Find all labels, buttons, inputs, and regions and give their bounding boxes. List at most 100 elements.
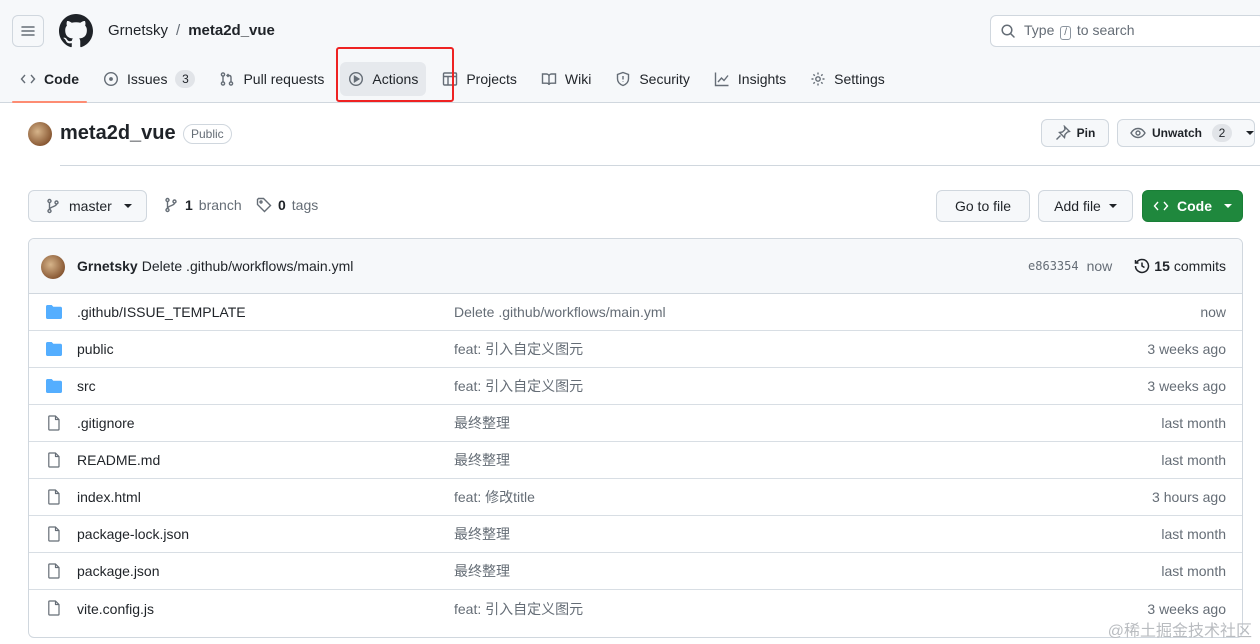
file-commit-message[interactable]: feat: 引入自定义图元 — [454, 376, 583, 396]
folder-icon — [46, 379, 62, 393]
search-icon — [1001, 24, 1015, 38]
tab-security[interactable]: Security — [607, 62, 698, 96]
book-icon — [541, 73, 557, 86]
add-file-button[interactable]: Add file — [1038, 190, 1133, 222]
unwatch-button[interactable]: Unwatch 2 — [1117, 119, 1255, 147]
file-row[interactable]: src feat: 引入自定义图元 3 weeks ago — [29, 368, 1242, 405]
file-row[interactable]: package.json 最终整理 last month — [29, 553, 1242, 590]
file-name-link[interactable]: .github/ISSUE_TEMPLATE — [77, 304, 246, 320]
file-commit-age: 3 weeks ago — [1147, 600, 1226, 617]
file-commit-message[interactable]: feat: 引入自定义图元 — [454, 599, 583, 619]
go-to-file-label: Go to file — [954, 198, 1012, 214]
file-commit-age: last month — [1161, 526, 1226, 542]
actions-tab-highlight-box — [336, 47, 454, 102]
branch-select-button[interactable]: master — [28, 190, 147, 222]
code-dropdown-button[interactable]: Code — [1142, 190, 1243, 222]
shield-icon — [617, 71, 630, 87]
commit-author-avatar[interactable] — [41, 255, 65, 279]
file-commit-age: now — [1200, 304, 1226, 320]
search-input[interactable]: Type / to search — [990, 15, 1260, 47]
file-name-link[interactable]: index.html — [77, 489, 141, 505]
file-icon — [48, 563, 60, 579]
file-name-link[interactable]: package.json — [77, 563, 160, 579]
tab-settings[interactable]: Settings — [802, 62, 893, 96]
commits-history-link[interactable]: 15 commits — [1134, 258, 1226, 274]
commit-time: now — [1086, 258, 1113, 274]
commit-sha[interactable]: e863354 — [1028, 259, 1079, 273]
gear-icon — [811, 72, 825, 86]
file-icon — [48, 600, 60, 616]
file-row[interactable]: .gitignore 最终整理 last month — [29, 405, 1242, 442]
file-name-link[interactable]: vite.config.js — [77, 601, 154, 617]
file-commit-age: 3 hours ago — [1152, 489, 1226, 505]
issues-count-badge: 3 — [175, 70, 196, 88]
file-name-link[interactable]: src — [77, 378, 96, 394]
file-commit-message[interactable]: 最终整理 — [454, 524, 510, 544]
latest-commit-message: Grnetsky Delete .github/workflows/main.ym… — [77, 258, 353, 274]
breadcrumb-repo-link[interactable]: meta2d_vue — [188, 22, 275, 39]
file-row[interactable]: index.html feat: 修改title 3 hours ago — [29, 479, 1242, 516]
repo-header-bar: Grnetsky / meta2d_vue Type / to search C… — [0, 0, 1260, 103]
file-row[interactable]: README.md 最终整理 last month — [29, 442, 1242, 479]
commit-message[interactable]: Delete .github/workflows/main.yml — [142, 258, 354, 274]
eye-icon — [1130, 127, 1146, 139]
tab-wiki[interactable]: Wiki — [533, 62, 599, 96]
file-name-link[interactable]: public — [77, 341, 114, 357]
pin-button[interactable]: Pin — [1041, 119, 1109, 147]
repo-title[interactable]: meta2d_vue — [60, 122, 176, 145]
file-icon — [48, 415, 60, 431]
chevron-down-icon — [1224, 204, 1232, 208]
graph-icon — [714, 72, 729, 87]
issue-icon — [103, 71, 119, 87]
commit-meta: e863354 now 15 commits — [1028, 258, 1226, 274]
file-commit-age: 3 weeks ago — [1147, 378, 1226, 394]
hamburger-menu-button[interactable] — [12, 15, 44, 47]
tab-insights[interactable]: Insights — [706, 62, 794, 96]
file-row[interactable]: package-lock.json 最终整理 last month — [29, 516, 1242, 553]
github-logo-icon[interactable] — [59, 14, 93, 48]
file-commit-message[interactable]: feat: 修改title — [454, 487, 535, 507]
file-name-link[interactable]: README.md — [77, 452, 160, 468]
tab-insights-label: Insights — [737, 71, 787, 87]
commit-author[interactable]: Grnetsky — [77, 258, 138, 274]
file-commit-age: last month — [1161, 563, 1226, 579]
pin-icon — [1055, 125, 1071, 140]
code-button-label: Code — [1177, 198, 1212, 214]
header-divider — [60, 165, 1260, 166]
branch-icon — [47, 198, 59, 214]
pin-label: Pin — [1076, 126, 1096, 140]
tab-pull-requests-label: Pull requests — [243, 71, 325, 87]
file-commit-message[interactable]: 最终整理 — [454, 450, 510, 470]
tags-link[interactable]: 0 tags — [256, 197, 318, 213]
file-commit-message[interactable]: Delete .github/workflows/main.yml — [454, 304, 666, 320]
file-commit-message[interactable]: 最终整理 — [454, 561, 510, 581]
branch-word: branch — [198, 197, 242, 213]
go-to-file-button[interactable]: Go to file — [936, 190, 1030, 222]
branches-link[interactable]: 1 branch — [163, 197, 242, 213]
file-row[interactable]: .github/ISSUE_TEMPLATE Delete .github/wor… — [29, 294, 1242, 331]
tab-security-label: Security — [639, 71, 690, 87]
breadcrumb-separator: / — [176, 22, 181, 39]
file-commit-message[interactable]: feat: 引入自定义图元 — [454, 339, 583, 359]
file-row[interactable]: vite.config.js feat: 引入自定义图元 3 weeks ago — [29, 590, 1242, 627]
file-name-link[interactable]: .gitignore — [77, 415, 135, 431]
tab-settings-label: Settings — [834, 71, 885, 87]
chevron-down-icon — [1246, 131, 1254, 135]
code-icon — [20, 74, 36, 84]
code-icon — [1153, 201, 1169, 211]
file-commit-message[interactable]: 最终整理 — [454, 413, 510, 433]
breadcrumb-owner-link[interactable]: Grnetsky — [108, 22, 168, 39]
tab-code[interactable]: Code — [12, 62, 87, 103]
tab-issues[interactable]: Issues 3 — [95, 62, 203, 96]
owner-avatar[interactable] — [28, 122, 52, 146]
folder-icon — [46, 305, 62, 319]
unwatch-label: Unwatch — [1151, 126, 1202, 140]
search-placeholder: Type / to search — [1024, 22, 1135, 40]
tab-pull-requests[interactable]: Pull requests — [211, 62, 332, 96]
file-row[interactable]: public feat: 引入自定义图元 3 weeks ago — [29, 331, 1242, 368]
watermark: @稀土掘金技术社区 — [1107, 623, 1252, 640]
commit-count: 15 — [1154, 258, 1170, 274]
add-file-label: Add file — [1054, 198, 1101, 214]
file-list: .github/ISSUE_TEMPLATE Delete .github/wor… — [29, 294, 1242, 627]
file-name-link[interactable]: package-lock.json — [77, 526, 189, 542]
